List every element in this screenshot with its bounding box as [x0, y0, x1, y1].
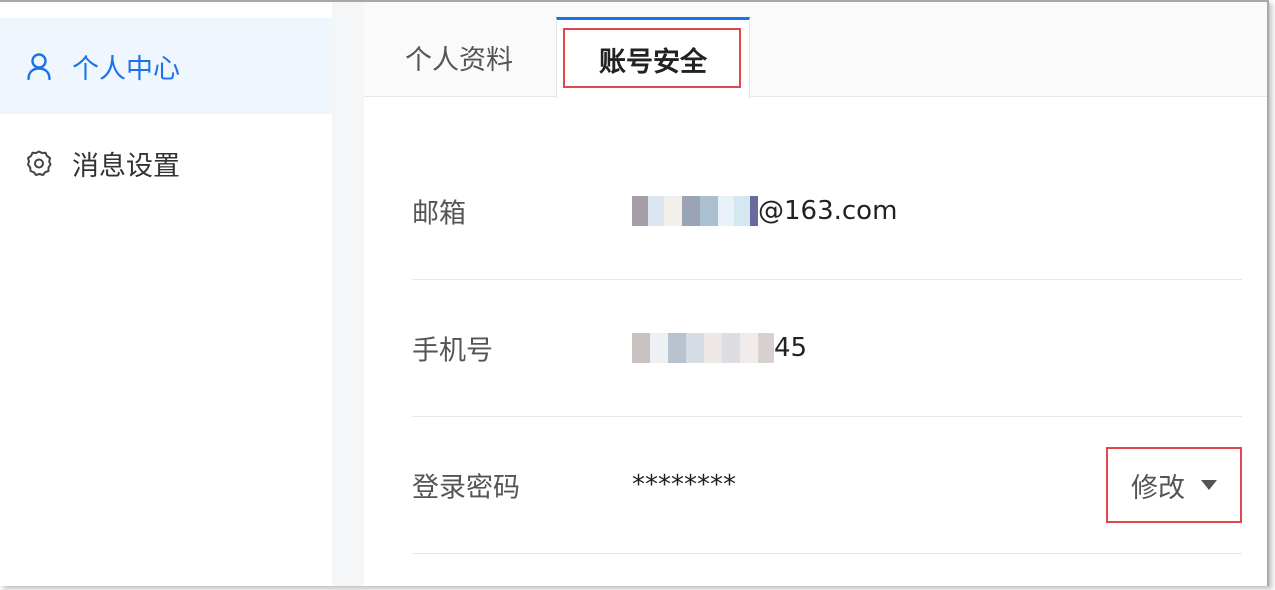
sidebar-item-label: 消息设置 [72, 150, 180, 182]
redacted-block [632, 333, 774, 363]
sidebar-item-personal-center[interactable]: 个人中心 [0, 18, 332, 114]
sidebar-item-label: 个人中心 [72, 53, 180, 85]
sidebar: 个人中心 消息设置 [0, 2, 332, 586]
password-row: 登录密码 ******** 修改 [412, 417, 1242, 554]
redacted-block [632, 196, 758, 226]
email-value: @163.com [632, 196, 897, 226]
app-window: 个人中心 消息设置 个人资料 账号安全 邮箱 @163.com 手机号 45 登… [0, 0, 1269, 586]
tab-account-security[interactable]: 账号安全 [556, 17, 750, 99]
tab-label: 个人资料 [405, 44, 513, 76]
password-value: ******** [632, 470, 736, 500]
tab-personal-info[interactable]: 个人资料 [364, 18, 554, 96]
email-label: 邮箱 [412, 198, 466, 230]
main-panel: 个人资料 账号安全 邮箱 @163.com 手机号 45 登录密码 ******… [364, 2, 1267, 586]
modify-label: 修改 [1131, 472, 1185, 504]
caret-down-icon [1201, 480, 1217, 490]
phone-label: 手机号 [412, 335, 493, 367]
email-row: 邮箱 @163.com [412, 143, 1242, 280]
email-domain: @163.com [758, 196, 898, 226]
tab-label: 账号安全 [599, 47, 707, 78]
phone-tail: 45 [774, 333, 808, 363]
tab-bar: 个人资料 账号安全 [364, 2, 1267, 99]
phone-row: 手机号 45 [412, 280, 1242, 417]
phone-value: 45 [632, 333, 807, 363]
layout-gutter [332, 2, 364, 586]
password-label: 登录密码 [412, 472, 520, 504]
gear-icon [24, 148, 54, 178]
modify-password-button[interactable]: 修改 [1106, 447, 1242, 523]
sidebar-item-message-settings[interactable]: 消息设置 [0, 115, 332, 211]
security-list: 邮箱 @163.com 手机号 45 登录密码 ******** 修改 [412, 143, 1242, 554]
user-icon [24, 51, 54, 81]
